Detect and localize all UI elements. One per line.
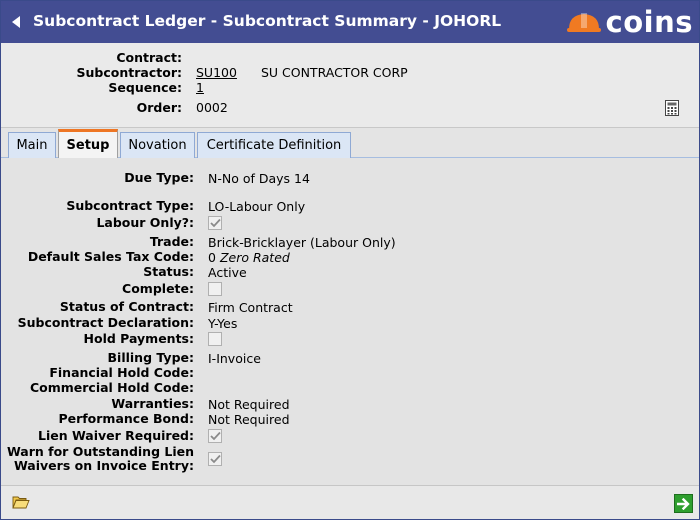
status-label: Status: [143, 264, 194, 279]
warranties-row: Warranties: Not Required [1, 396, 290, 412]
subcontractor-label: Subcontractor: [76, 64, 182, 80]
lien-waiver-required-label: Lien Waiver Required: [37, 428, 194, 443]
status-of-contract-label: Status of Contract: [59, 299, 194, 314]
complete-row: Complete: [1, 281, 222, 297]
hold-payments-row: Hold Payments: [1, 331, 222, 347]
performance-bond-value: Not Required [208, 411, 290, 427]
checkmark-icon [209, 454, 221, 464]
tab-certificate-definition[interactable]: Certificate Definition [197, 132, 351, 158]
subcontractor-name: SU CONTRACTOR CORP [260, 64, 408, 80]
status-value: Active [208, 264, 247, 280]
footer-bar [1, 485, 699, 519]
subcontract-declaration-row: Subcontract Declaration: Y-Yes [1, 315, 238, 331]
checkmark-icon [209, 218, 221, 228]
setup-form: Due Type: N-No of Days 14 Subcontract Ty… [1, 158, 699, 485]
default-sales-tax-code-value: 0 [208, 249, 216, 265]
order-value: 0002 [196, 99, 228, 115]
title-bar: Subcontract Ledger - Subcontract Summary… [1, 1, 699, 43]
back-arrow-icon[interactable] [9, 14, 23, 30]
arrow-right-icon [677, 497, 690, 510]
performance-bond-row: Performance Bond: Not Required [1, 411, 290, 427]
tab-setup[interactable]: Setup [58, 129, 118, 159]
billing-type-label: Billing Type: [107, 350, 194, 365]
tab-main[interactable]: Main [8, 132, 56, 158]
trade-row: Trade: Brick-Bricklayer (Labour Only) [1, 234, 396, 250]
subcontractor-row: Subcontractor: SU100 SU CONTRACTOR CORP [1, 64, 408, 80]
warranties-value: Not Required [208, 396, 290, 412]
hold-payments-checkbox[interactable] [208, 332, 222, 346]
status-of-contract-row: Status of Contract: Firm Contract [1, 299, 293, 315]
financial-hold-code-label: Financial Hold Code: [49, 365, 194, 380]
financial-hold-code-row: Financial Hold Code: [1, 365, 208, 381]
subcontract-type-label: Subcontract Type: [66, 198, 194, 213]
billing-type-row: Billing Type: I-Invoice [1, 350, 261, 366]
warn-outstanding-lien-label: Warn for Outstanding Lien Waivers on Inv… [1, 444, 208, 473]
subcontract-type-value: LO-Labour Only [208, 198, 306, 214]
sequence-label: Sequence: [108, 79, 182, 95]
order-label: Order: [136, 99, 182, 115]
subcontract-declaration-value: Y-Yes [208, 315, 238, 331]
tab-bar: Main Setup Novation Certificate Definiti… [1, 128, 699, 159]
status-row: Status: Active [1, 264, 247, 280]
warn-outstanding-lien-label-line1: Warn for Outstanding Lien [6, 444, 194, 459]
warn-outstanding-lien-row: Warn for Outstanding Lien Waivers on Inv… [1, 444, 222, 474]
coins-logo: coins [566, 6, 693, 38]
due-type-label: Due Type: [124, 170, 194, 185]
warranties-label: Warranties: [111, 396, 194, 411]
subcontract-type-row: Subcontract Type: LO-Labour Only [1, 198, 305, 214]
summary-header: Contract: Subcontractor: SU100 SU CONTRA… [1, 43, 699, 128]
lien-waiver-required-checkbox[interactable] [208, 429, 222, 443]
order-row: Order: 0002 [1, 99, 228, 115]
default-sales-tax-code-label: Default Sales Tax Code: [27, 249, 194, 264]
due-type-value: N-No of Days 14 [208, 170, 310, 186]
sequence-link[interactable]: 1 [196, 80, 204, 95]
page-title: Subcontract Ledger - Subcontract Summary… [33, 12, 502, 30]
labour-only-row: Labour Only?: [1, 215, 222, 231]
subcontract-declaration-label: Subcontract Declaration: [17, 315, 194, 330]
trade-label: Trade: [149, 234, 194, 249]
tab-novation[interactable]: Novation [120, 132, 195, 158]
status-of-contract-value: Firm Contract [208, 299, 293, 315]
window: Subcontract Ledger - Subcontract Summary… [0, 0, 700, 520]
hold-payments-label: Hold Payments: [83, 331, 194, 346]
default-sales-tax-code-row: Default Sales Tax Code: 0 Zero Rated [1, 249, 290, 265]
next-button[interactable] [674, 494, 693, 513]
billing-type-value: I-Invoice [208, 350, 261, 366]
performance-bond-label: Performance Bond: [58, 411, 194, 426]
default-sales-tax-code-description: Zero Rated [219, 249, 290, 265]
commercial-hold-code-label: Commercial Hold Code: [29, 380, 194, 395]
contract-row: Contract: [1, 49, 196, 65]
sequence-row: Sequence: 1 [1, 79, 204, 95]
warn-outstanding-lien-checkbox[interactable] [208, 452, 222, 466]
commercial-hold-code-row: Commercial Hold Code: [1, 380, 208, 396]
trade-value: Brick-Bricklayer (Labour Only) [208, 234, 396, 250]
complete-checkbox[interactable] [208, 282, 222, 296]
folder-open-icon[interactable] [12, 495, 30, 512]
subcontractor-code-link[interactable]: SU100 [196, 65, 237, 80]
checkmark-icon [209, 431, 221, 441]
calculator-icon[interactable] [665, 100, 679, 116]
due-type-row: Due Type: N-No of Days 14 [1, 170, 310, 186]
lien-waiver-required-row: Lien Waiver Required: [1, 428, 222, 444]
hardhat-icon [566, 13, 601, 32]
labour-only-label: Labour Only?: [96, 215, 194, 230]
complete-label: Complete: [122, 281, 194, 296]
logo-text: coins [605, 5, 693, 39]
labour-only-checkbox[interactable] [208, 216, 222, 230]
warn-outstanding-lien-label-line2: Waivers on Invoice Entry: [13, 458, 194, 473]
contract-label: Contract: [116, 49, 182, 65]
